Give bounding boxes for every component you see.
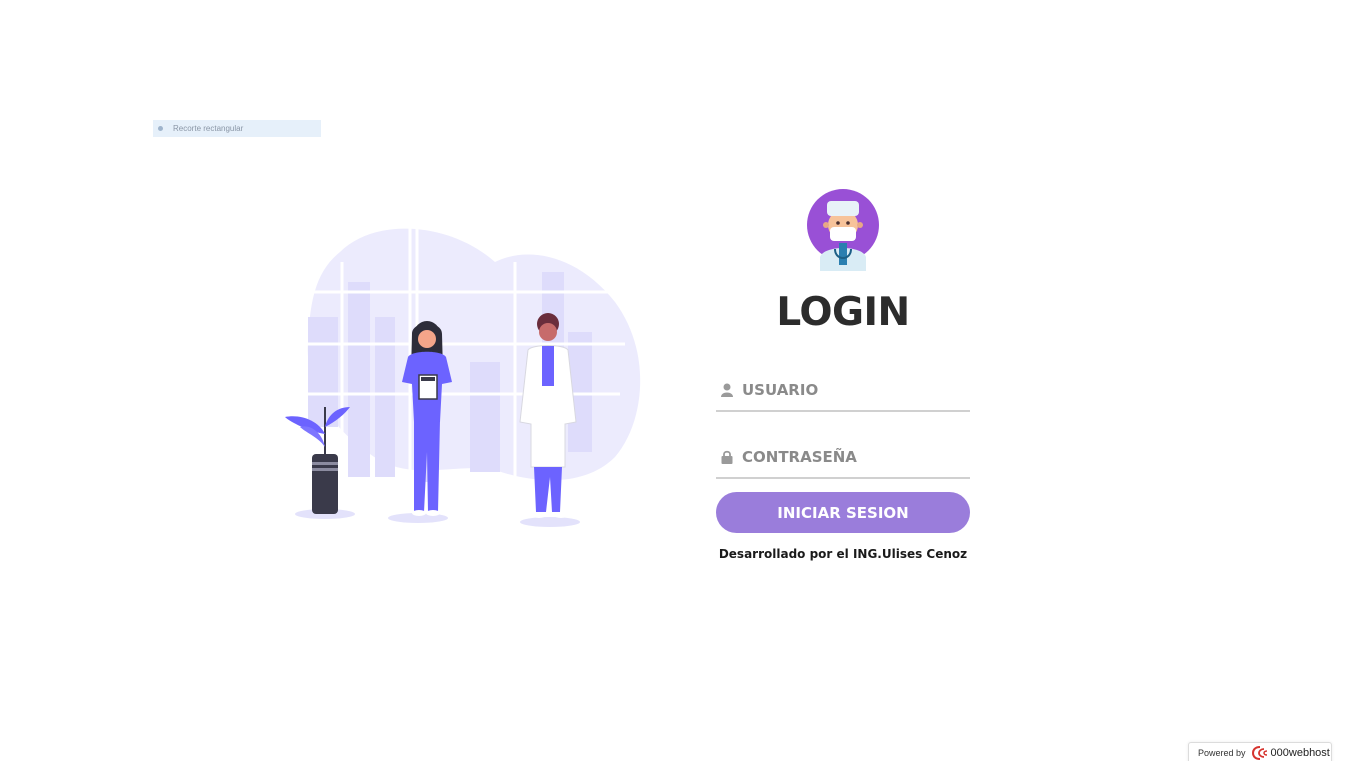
000webhost-logo-icon bbox=[1251, 746, 1267, 760]
user-icon bbox=[718, 381, 736, 399]
login-title: LOGIN bbox=[776, 290, 910, 335]
password-input[interactable] bbox=[742, 448, 962, 466]
snip-dot-icon bbox=[158, 126, 163, 131]
login-button[interactable]: INICIAR SESION bbox=[716, 492, 970, 533]
powered-by-badge[interactable]: Powered by 000webhost bbox=[1188, 742, 1332, 761]
snipping-tool-strip: Recorte rectangular bbox=[153, 120, 321, 137]
login-page: Recorte rectangular LOGIN USUARIO INICIA… bbox=[0, 0, 1354, 761]
doctor-avatar bbox=[807, 189, 879, 271]
username-input[interactable] bbox=[742, 381, 962, 399]
password-field[interactable] bbox=[716, 437, 970, 479]
brand-link[interactable]: 000webhost bbox=[1251, 746, 1330, 760]
developer-credit: Desarrollado por el ING.Ulises Cenoz bbox=[718, 547, 968, 561]
powered-by-label: Powered by bbox=[1198, 748, 1246, 758]
lock-icon bbox=[718, 448, 736, 466]
snip-strip-label: Recorte rectangular bbox=[173, 124, 244, 133]
medical-staff-illustration bbox=[285, 227, 641, 527]
brand-name: 000webhost bbox=[1270, 747, 1330, 759]
username-field[interactable] bbox=[716, 370, 970, 412]
